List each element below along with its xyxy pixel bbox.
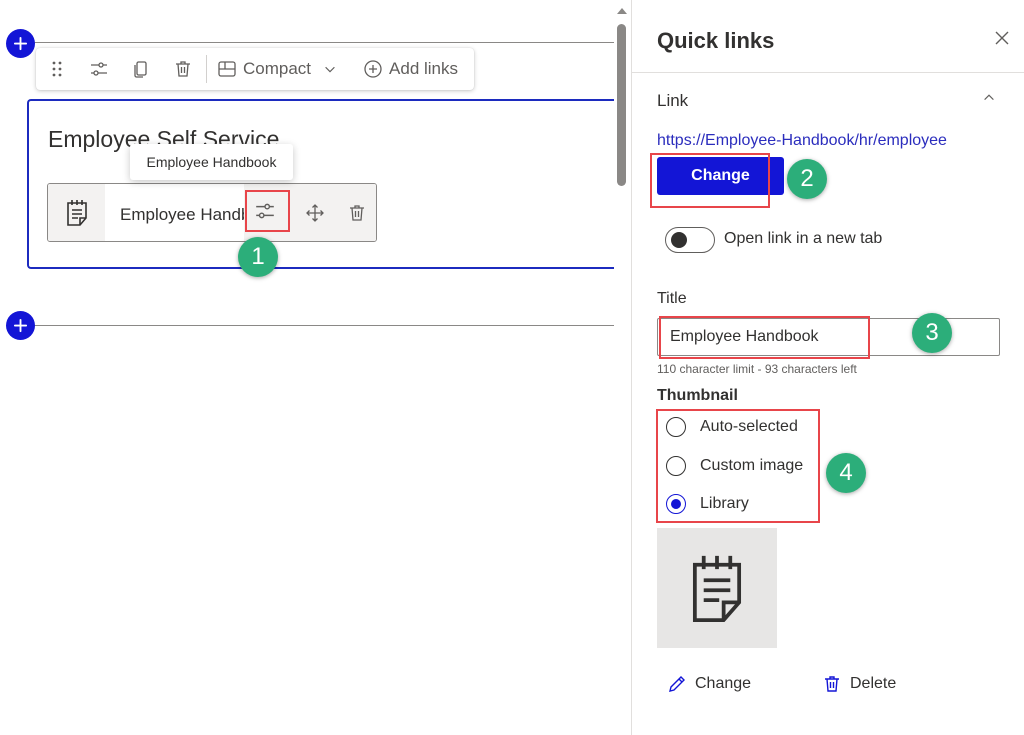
duplicate-icon[interactable] [130, 58, 152, 80]
char-limit-hint: 110 character limit - 93 characters left [657, 362, 857, 376]
section-divider [22, 325, 614, 326]
radio-label: Auto-selected [700, 418, 798, 435]
radio-label: Custom image [700, 457, 804, 474]
add-links-label: Add links [389, 59, 459, 78]
scrollbar-thumb[interactable] [617, 24, 626, 186]
section-divider [22, 42, 614, 43]
thumbnail-change-label: Change [695, 675, 752, 692]
radio-button-selected[interactable] [666, 494, 686, 514]
item-edit-settings-icon[interactable] [246, 192, 284, 230]
radio-auto-selected[interactable]: Auto-selected [666, 417, 798, 437]
title-field-label: Title [657, 290, 687, 307]
link-url[interactable]: https://Employee-Handbook/hr/employee [657, 132, 947, 150]
radio-button[interactable] [666, 456, 686, 476]
notepad-icon [692, 555, 742, 622]
layout-icon [218, 61, 236, 77]
item-tooltip: Employee Handbook [130, 144, 293, 180]
quick-link-item[interactable]: Employee Handbook [47, 183, 377, 242]
open-new-tab-toggle[interactable] [665, 227, 715, 253]
property-pane: Quick links Link https://Employee-Handbo… [631, 0, 1024, 735]
step-badge-1: 1 [238, 237, 278, 277]
pane-divider [632, 72, 1024, 73]
page-canvas: Compact Add links Employee Self Service … [0, 0, 617, 735]
add-section-button[interactable] [6, 311, 35, 340]
delete-icon[interactable] [172, 58, 194, 80]
toolbar-separator [206, 55, 207, 83]
drag-handle-icon[interactable] [46, 58, 68, 80]
thumbnail-change-button[interactable]: Change [667, 674, 751, 694]
change-link-button[interactable]: Change [657, 157, 784, 195]
pencil-icon [669, 676, 685, 692]
chevron-down-icon [325, 66, 335, 73]
settings-sliders-icon[interactable] [88, 58, 110, 80]
notepad-icon [66, 199, 87, 226]
link-thumbnail [48, 184, 105, 241]
pane-title: Quick links [657, 28, 775, 53]
section-header-link[interactable]: Link [657, 91, 688, 111]
move-icon[interactable] [299, 197, 331, 229]
add-section-button[interactable] [6, 29, 35, 58]
thumbnail-delete-label: Delete [850, 675, 897, 692]
close-icon[interactable] [994, 30, 1018, 54]
chevron-up-icon[interactable] [982, 90, 1002, 110]
webpart-toolbar: Compact Add links [36, 48, 474, 90]
thumbnail-heading: Thumbnail [657, 387, 738, 404]
plus-icon [13, 318, 28, 333]
radio-library[interactable]: Library [666, 494, 749, 514]
open-new-tab-label: Open link in a new tab [724, 230, 883, 247]
thumbnail-preview [657, 528, 777, 648]
layout-label: Compact [243, 59, 312, 78]
plus-icon [13, 36, 28, 51]
trash-icon [825, 676, 839, 692]
toggle-knob [671, 232, 687, 248]
radio-label: Library [700, 495, 749, 512]
add-circle-icon [364, 60, 382, 78]
radio-button[interactable] [666, 417, 686, 437]
thumbnail-delete-button[interactable]: Delete [822, 674, 896, 694]
step-badge-2: 2 [787, 159, 827, 199]
radio-custom-image[interactable]: Custom image [666, 456, 803, 476]
link-item-label: Employee Handbook [120, 205, 250, 224]
scroll-up-arrow-icon[interactable] [617, 8, 627, 14]
add-links-button[interactable]: Add links [363, 59, 458, 79]
step-badge-4: 4 [826, 453, 866, 493]
layout-dropdown[interactable]: Compact [217, 59, 337, 79]
step-badge-3: 3 [912, 313, 952, 353]
item-delete-icon[interactable] [341, 197, 373, 229]
